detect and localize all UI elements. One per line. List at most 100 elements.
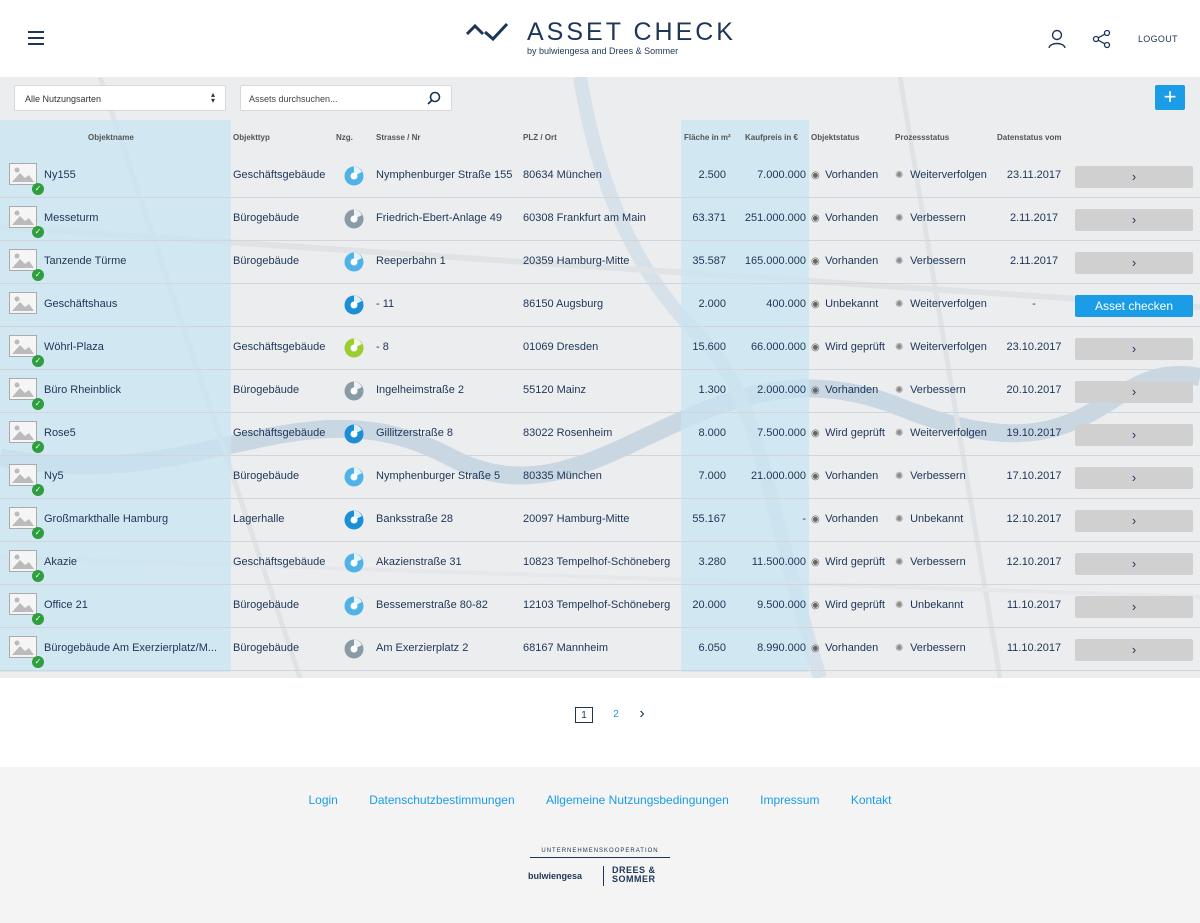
col-header-name[interactable]: Objektname bbox=[88, 133, 134, 142]
asset-status-label: Wird geprüft bbox=[825, 556, 885, 568]
table-row[interactable]: ✓ Ny5 Bürogebäude Nymphenburger Straße 5 803… bbox=[0, 456, 1200, 499]
asset-type: Bürogebäude bbox=[233, 255, 300, 267]
asset-flaeche: 8.000 bbox=[698, 427, 726, 439]
add-asset-button[interactable]: + bbox=[1155, 85, 1185, 110]
asset-preis: 66.000.000 bbox=[750, 341, 806, 353]
header: ASSET CHECK by bulwiengesa and Drees & S… bbox=[0, 0, 1200, 77]
process-spinner-icon: ✺ bbox=[895, 342, 904, 353]
asset-date: 12.10.2017 bbox=[1006, 513, 1062, 525]
usage-type-select-value: Alle Nutzungsarten bbox=[25, 94, 102, 104]
asset-type: Geschäftsgebäude bbox=[233, 427, 326, 439]
col-header-plz[interactable]: PLZ / Ort bbox=[523, 133, 557, 142]
open-asset-button[interactable]: › bbox=[1075, 166, 1193, 188]
logo[interactable]: ASSET CHECK by bulwiengesa and Drees & S… bbox=[465, 18, 745, 58]
asset-status: ◉ Vorhanden bbox=[811, 255, 878, 267]
next-page-button[interactable]: › bbox=[633, 706, 651, 723]
open-asset-button[interactable]: › bbox=[1075, 209, 1193, 231]
asset-check-button[interactable]: Asset checken bbox=[1075, 295, 1193, 317]
asset-street: Friedrich-Ebert-Anlage 49 bbox=[376, 212, 502, 224]
asset-process-label: Weiterverfolgen bbox=[910, 169, 987, 181]
col-header-process[interactable]: Prozessstatus bbox=[895, 133, 949, 142]
asset-name[interactable]: Messeturm bbox=[44, 212, 98, 224]
table-row[interactable]: ✓ Großmarkthalle Hamburg Lagerhalle Banksst… bbox=[0, 499, 1200, 542]
asset-status-label: Vorhanden bbox=[825, 642, 879, 654]
footer-link-nutzungsbedingungen[interactable]: Allgemeine Nutzungsbedingungen bbox=[546, 793, 729, 807]
asset-flaeche: 6.050 bbox=[698, 642, 726, 654]
asset-name[interactable]: Großmarkthalle Hamburg bbox=[44, 513, 168, 525]
table-row[interactable]: ✓ Büro Rheinblick Bürogebäude Ingelheimstra… bbox=[0, 370, 1200, 413]
verified-check-icon: ✓ bbox=[32, 656, 44, 668]
eye-icon: ◉ bbox=[811, 342, 820, 353]
page-1-button[interactable]: 1 bbox=[575, 707, 593, 723]
eye-icon: ◉ bbox=[811, 299, 820, 310]
usage-type-select[interactable]: Alle Nutzungsarten ▴ ▾ bbox=[14, 85, 226, 111]
asset-thumbnail-icon bbox=[9, 593, 37, 615]
asset-flaeche: 63.371 bbox=[692, 212, 726, 224]
open-asset-button[interactable]: › bbox=[1075, 596, 1193, 618]
table-row[interactable]: ✓ Bürogebäude Am Exerzierplatz/M... Büroge… bbox=[0, 628, 1200, 671]
open-asset-button[interactable]: › bbox=[1075, 639, 1193, 661]
footer-link-login[interactable]: Login bbox=[308, 793, 337, 807]
share-icon[interactable] bbox=[1092, 29, 1112, 49]
table-row[interactable]: ✓ Rose5 Geschäftsgebäude Gillitzerstraße 8 8… bbox=[0, 413, 1200, 456]
asset-name[interactable]: Bürogebäude Am Exerzierplatz/M... bbox=[44, 642, 217, 654]
asset-name[interactable]: Tanzende Türme bbox=[44, 255, 126, 267]
table-header: Objektname Objekttyp Nzg. Strasse / Nr P… bbox=[0, 120, 1200, 155]
open-asset-button[interactable]: › bbox=[1075, 252, 1193, 274]
logout-link[interactable]: LOGOUT bbox=[1138, 34, 1178, 44]
col-header-nzg[interactable]: Nzg. bbox=[336, 133, 353, 142]
asset-process: ✺ Unbekannt bbox=[895, 599, 963, 611]
asset-process: ✺ Verbessern bbox=[895, 470, 966, 482]
open-asset-button[interactable]: › bbox=[1075, 381, 1193, 403]
footer-link-datenschutz[interactable]: Datenschutzbestimmungen bbox=[369, 793, 514, 807]
eye-icon: ◉ bbox=[811, 256, 820, 267]
asset-street: - 11 bbox=[376, 298, 395, 310]
asset-status-label: Vorhanden bbox=[825, 384, 879, 396]
process-spinner-icon: ✺ bbox=[895, 557, 904, 568]
col-header-preis[interactable]: Kaufpreis in € bbox=[745, 133, 798, 142]
asset-thumbnail-icon bbox=[9, 636, 37, 658]
hamburger-menu-icon[interactable] bbox=[28, 31, 44, 45]
page-2-button[interactable]: 2 bbox=[607, 707, 625, 723]
open-asset-button[interactable]: › bbox=[1075, 510, 1193, 532]
asset-name[interactable]: Ny5 bbox=[44, 470, 64, 482]
asset-preis: 2.000.000 bbox=[757, 384, 806, 396]
asset-name[interactable]: Akazie bbox=[44, 556, 77, 568]
asset-flaeche: 3.280 bbox=[698, 556, 726, 568]
table-row[interactable]: ✓ Office 21 Bürogebäude Bessemerstraße 80-8… bbox=[0, 585, 1200, 628]
eye-icon: ◉ bbox=[811, 643, 820, 654]
usage-pie-icon bbox=[344, 295, 364, 315]
table-row[interactable]: Geschäftshaus - 11 86150 Augsburg 2.000 400.… bbox=[0, 284, 1200, 327]
col-header-status[interactable]: Objektstatus bbox=[811, 133, 859, 142]
verified-check-icon: ✓ bbox=[32, 226, 44, 238]
asset-name[interactable]: Office 21 bbox=[44, 599, 88, 611]
col-header-street[interactable]: Strasse / Nr bbox=[376, 133, 420, 142]
asset-name[interactable]: Rose5 bbox=[44, 427, 76, 439]
col-header-date[interactable]: Datenstatus vom bbox=[997, 133, 1061, 142]
table-row[interactable]: ✓ Tanzende Türme Bürogebäude Reeperbahn 1 20… bbox=[0, 241, 1200, 284]
col-header-type[interactable]: Objekttyp bbox=[233, 133, 270, 142]
table-row[interactable]: ✓ Ny155 Geschäftsgebäude Nymphenburger Stra… bbox=[0, 155, 1200, 198]
open-asset-button[interactable]: › bbox=[1075, 424, 1193, 446]
footer-link-kontakt[interactable]: Kontakt bbox=[851, 793, 892, 807]
asset-name[interactable]: Wöhrl-Plaza bbox=[44, 341, 104, 353]
table-row[interactable]: ✓ Wöhrl-Plaza Geschäftsgebäude - 8 01069 Dre… bbox=[0, 327, 1200, 370]
footer-link-impressum[interactable]: Impressum bbox=[760, 793, 819, 807]
table-row[interactable]: ✓ Messeturm Bürogebäude Friedrich-Ebert-Anl… bbox=[0, 198, 1200, 241]
search-box bbox=[240, 85, 452, 111]
search-input[interactable] bbox=[249, 92, 419, 106]
asset-thumbnail-icon bbox=[9, 163, 37, 185]
asset-name[interactable]: Geschäftshaus bbox=[44, 298, 117, 310]
open-asset-button[interactable]: › bbox=[1075, 338, 1193, 360]
open-asset-button[interactable]: › bbox=[1075, 553, 1193, 575]
col-header-flaeche[interactable]: Fläche in m² bbox=[684, 133, 731, 142]
usage-pie-icon bbox=[344, 381, 364, 401]
user-icon[interactable] bbox=[1047, 29, 1067, 49]
verified-check-icon: ✓ bbox=[32, 398, 44, 410]
asset-name[interactable]: Büro Rheinblick bbox=[44, 384, 121, 396]
verified-check-icon: ✓ bbox=[32, 613, 44, 625]
search-icon[interactable] bbox=[427, 91, 441, 105]
open-asset-button[interactable]: › bbox=[1075, 467, 1193, 489]
asset-name[interactable]: Ny155 bbox=[44, 169, 76, 181]
table-row[interactable]: ✓ Akazie Geschäftsgebäude Akazienstraße 31 1… bbox=[0, 542, 1200, 585]
